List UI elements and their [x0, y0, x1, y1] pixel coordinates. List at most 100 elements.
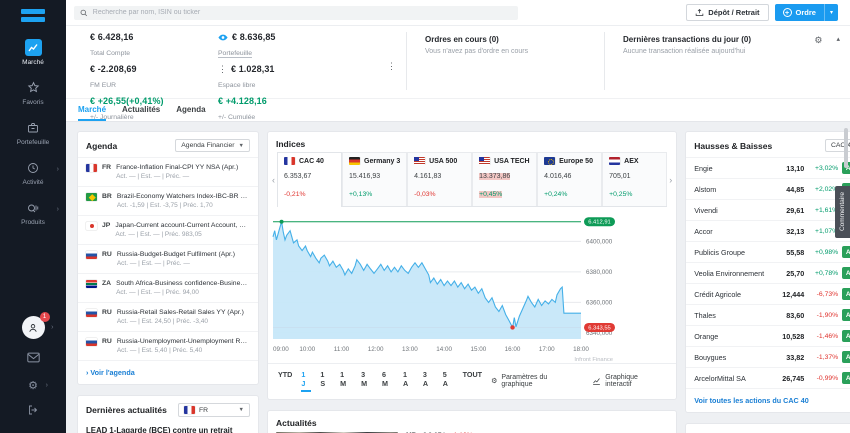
index-flag-icon	[609, 157, 621, 165]
stock-row[interactable]: Thales 83,60 -1,90% A V	[686, 304, 850, 325]
order-dropdown-caret[interactable]: ▾	[823, 4, 838, 21]
sidebar-item-portefeuille[interactable]: Portefeuille	[0, 112, 66, 152]
see-all-cac40-link[interactable]: Voir toutes les actions du CAC 40	[686, 388, 850, 412]
chevron-down-icon: ▼	[238, 142, 244, 149]
agenda-title: Agenda	[86, 140, 118, 151]
indices-scroll-right-icon[interactable]: ›	[667, 175, 674, 185]
indices-scroll-left-icon[interactable]: ‹	[270, 175, 277, 185]
agenda-item[interactable]: JP Japan-Current account-Current Account…	[78, 215, 258, 244]
range-button[interactable]: 1 A	[403, 370, 414, 392]
range-button[interactable]: 6 M	[382, 370, 394, 392]
stock-row[interactable]: Accor 32,13 +1,07% A V	[686, 220, 850, 241]
range-button[interactable]: TOUT	[463, 370, 482, 392]
sidebar-item-activite[interactable]: Activité ›	[0, 152, 66, 192]
comment-side-tab[interactable]: Commentaire	[835, 186, 850, 238]
stock-row[interactable]: Bouygues 33,82 -1,37% A V	[686, 346, 850, 367]
search-bar[interactable]	[74, 5, 518, 20]
settings-gear-icon[interactable]: ⚙ ›	[28, 379, 48, 392]
index-tab[interactable]: Europe 50 4.016,46 +0,24%	[537, 152, 603, 206]
buy-button[interactable]: A	[842, 267, 850, 279]
index-chart-svg[interactable]: 6400,0006380,0006360,0006340,0006.412,91…	[271, 211, 615, 363]
stock-row[interactable]: ArcelorMittal SA 26,745 -0,99% A V	[686, 367, 850, 388]
stock-row[interactable]: Engie 13,10 +3,02% A V	[686, 157, 850, 178]
buy-button[interactable]: A	[842, 288, 850, 300]
app-logo[interactable]	[21, 9, 45, 22]
stats-more-menu-icon[interactable]: ⋮	[387, 62, 396, 71]
buy-button[interactable]: A	[842, 309, 850, 321]
stock-row[interactable]: Publicis Groupe 55,58 +0,98% A V	[686, 241, 850, 262]
sidebar-item-produits[interactable]: Produits ›	[0, 192, 66, 232]
index-flag-icon	[414, 157, 426, 165]
chevron-right-icon: ›	[56, 206, 59, 213]
range-button[interactable]: YTD	[278, 370, 292, 392]
chart-range-row: YTD 1 J 1 S 1 M 3 M 6 M 1 A 3 A 5 A TOUT ⚙ Paramèt…	[268, 363, 677, 399]
clock-icon	[25, 159, 42, 176]
buy-button[interactable]: A	[842, 246, 850, 258]
country-flag-icon	[86, 338, 97, 346]
chart-settings-button[interactable]: ⚙ Paramètres du graphique	[491, 374, 580, 388]
eye-icon[interactable]	[218, 34, 228, 41]
range-button[interactable]: 1 J	[301, 370, 312, 392]
range-button[interactable]: 3 A	[423, 370, 434, 392]
transactions-section: Dernières transactions du jour (0) Aucun…	[604, 32, 774, 90]
stock-row[interactable]: Veolia Environnement 25,70 +0,78% A V	[686, 262, 850, 283]
news-card: Actualités MEDIOBANCA MB € 9,674 -1,10% …	[268, 411, 677, 433]
country-flag-icon	[86, 164, 97, 172]
agenda-item[interactable]: ZA South Africa-Business confidence-Busi…	[78, 273, 258, 302]
index-tab[interactable]: USA 500 4.161,83 -0,03%	[407, 152, 473, 206]
deposit-icon	[696, 8, 704, 16]
logout-icon[interactable]	[27, 403, 39, 421]
star-icon	[25, 79, 42, 96]
range-button[interactable]: 5 A	[443, 370, 454, 392]
range-button[interactable]: 1 M	[340, 370, 352, 392]
buy-button[interactable]: A	[842, 372, 850, 384]
agenda-item[interactable]: RU Russia-Budget-Budget Fulfilment (Apr.…	[78, 244, 258, 273]
svg-text:6.343,55: 6.343,55	[588, 325, 611, 331]
stock-row[interactable]: Vivendi 29,61 +1,61% A V	[686, 199, 850, 220]
stat-total-compte: € 6.428,16 Total Compte	[90, 32, 134, 57]
range-button[interactable]: 3 M	[361, 370, 373, 392]
svg-text:17:00: 17:00	[539, 346, 555, 353]
buy-button[interactable]: A	[842, 351, 850, 363]
index-tab[interactable]: AEX 705,01 +0,25%	[602, 152, 668, 206]
user-avatar[interactable]: 1 ›	[21, 312, 54, 339]
interactive-chart-button[interactable]: Graphique interactif	[592, 374, 666, 388]
stock-row[interactable]: Alstom 44,85 +2,02% A V	[686, 178, 850, 199]
index-tab[interactable]: CAC 40 6.353,67 -0,21%	[277, 152, 343, 207]
agenda-item[interactable]: BR Brazil-Economy Watchers Index-IBC-BR …	[78, 186, 258, 215]
stock-row[interactable]: Orange 10,528 -1,46% A V	[686, 325, 850, 346]
top-bar: Dépôt / Retrait +Ordre ▾	[66, 0, 850, 25]
latest-news-country-select[interactable]: FR ▼	[178, 403, 250, 417]
index-tab[interactable]: USA TECH 100 13.373,86 +0,45%	[472, 152, 538, 206]
search-input[interactable]	[92, 9, 512, 16]
index-tab[interactable]: Germany 30 15.416,93 +0,13%	[342, 152, 408, 206]
range-button[interactable]: 1 S	[320, 370, 331, 392]
more-menu-icon[interactable]: ⋮	[218, 64, 227, 74]
chevron-right-icon: ›	[51, 324, 54, 331]
country-flag-icon	[86, 193, 97, 201]
mail-icon[interactable]	[26, 350, 40, 368]
country-flag-icon	[86, 309, 97, 317]
panel-settings-gear-icon[interactable]: ⚙	[814, 35, 822, 46]
deposit-withdraw-button[interactable]: Dépôt / Retrait	[686, 4, 769, 21]
svg-text:10:00: 10:00	[299, 346, 315, 353]
agenda-item[interactable]: RU Russia-Unemployment-Unemployment Rate…	[78, 331, 258, 360]
agenda-item[interactable]: FR France-Inflation Final-CPI YY NSA (Ap…	[78, 157, 258, 186]
latest-news-title: Dernières actualités	[86, 405, 167, 415]
movers-card: Hausses & Baisses CAC 40▼ Engie 13,10 +3…	[686, 132, 850, 412]
stock-row[interactable]: Crédit Agricole 12,444 -6,73% A V	[686, 283, 850, 304]
order-button[interactable]: + Ordre ▾	[774, 4, 838, 21]
scrollbar-thumb[interactable]	[844, 128, 848, 168]
account-stats: € 6.428,16 Total Compte € 8.636,85 Porte…	[90, 32, 396, 121]
agenda-filter-select[interactable]: Agenda Financier ▼	[175, 139, 250, 152]
see-agenda-link[interactable]: › Voir l'agenda	[78, 360, 258, 384]
svg-text:18:00: 18:00	[573, 346, 589, 353]
buy-button[interactable]: A	[842, 330, 850, 342]
movers-title: Hausses & Baisses	[694, 140, 773, 151]
sidebar-item-marche[interactable]: Marché	[0, 32, 66, 72]
latest-news-headline[interactable]: LEAD 1-Lagarde (BCE) contre un retrait p…	[78, 422, 258, 433]
agenda-item[interactable]: RU Russia-Retail Sales-Retail Sales YY (…	[78, 302, 258, 331]
sidebar-item-favoris[interactable]: Favoris	[0, 72, 66, 112]
collapse-panel-icon[interactable]: ▴	[836, 35, 840, 43]
svg-text:6360,000: 6360,000	[586, 299, 613, 306]
